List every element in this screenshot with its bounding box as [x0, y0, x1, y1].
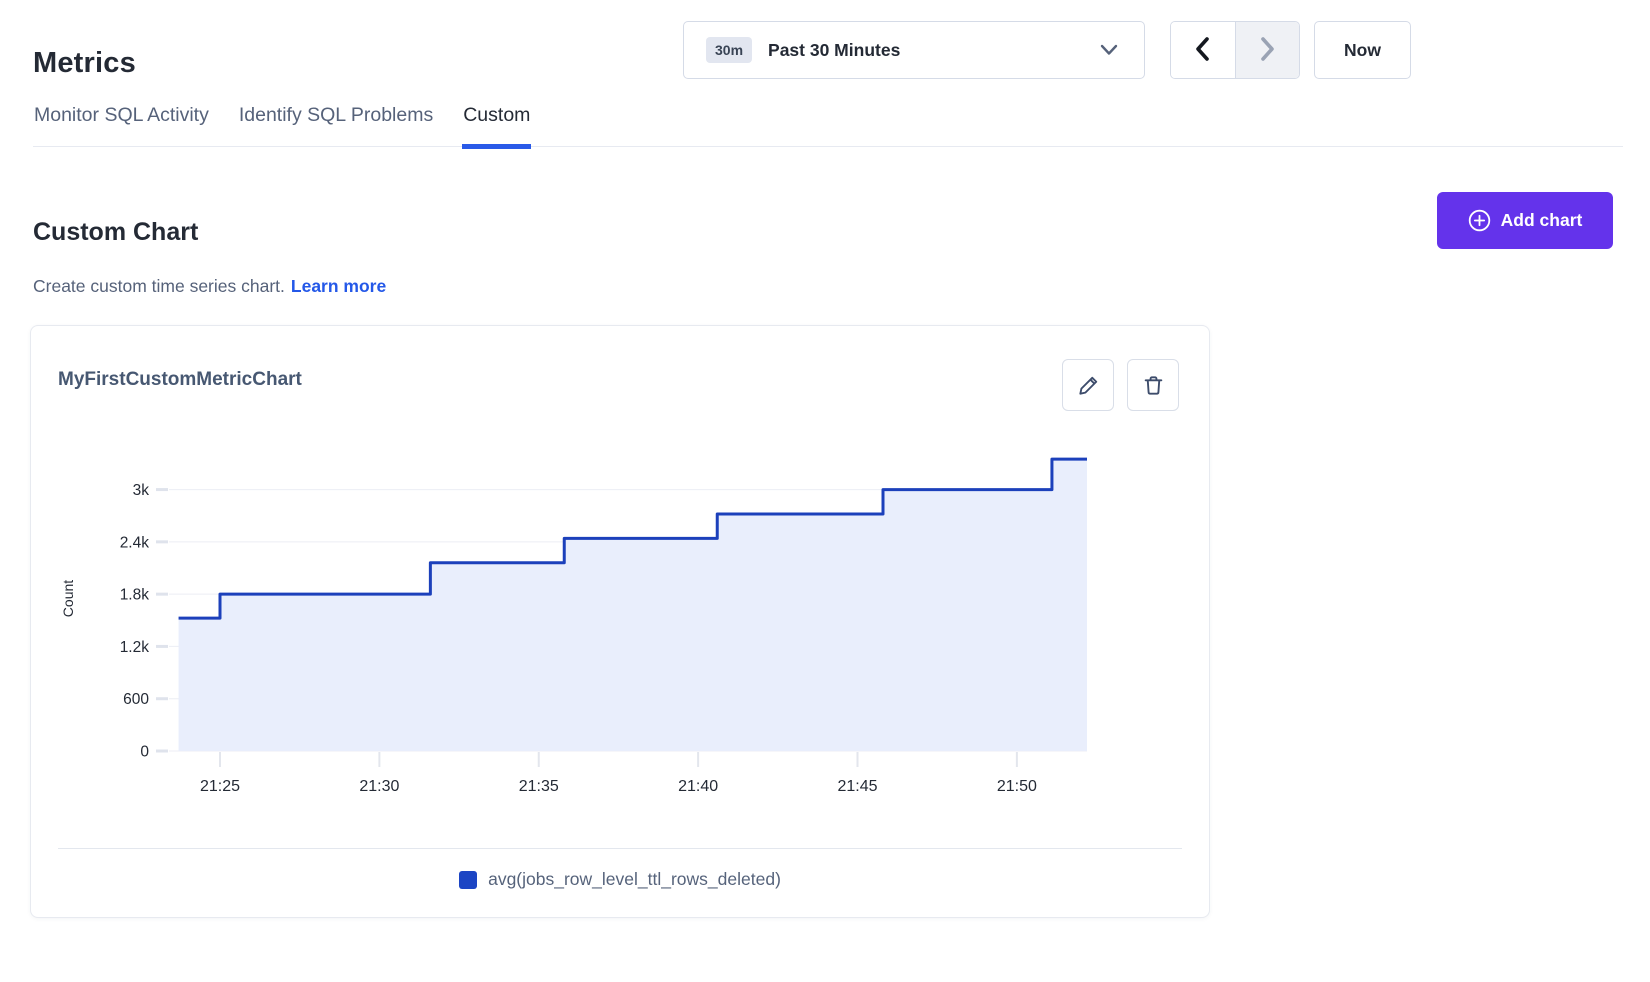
- metrics-tabs: Monitor SQL Activity Identify SQL Proble…: [33, 104, 1623, 147]
- legend-swatch: [459, 871, 477, 889]
- svg-text:Count: Count: [60, 580, 76, 617]
- time-range-dropdown[interactable]: 30m Past 30 Minutes: [683, 21, 1145, 79]
- previous-time-button[interactable]: [1171, 22, 1236, 78]
- chart-actions: [1062, 359, 1179, 411]
- svg-text:21:45: 21:45: [837, 778, 877, 795]
- custom-chart-card: MyFirstCustomMetricChart 0 600 1.2k 1.8k 2.4…: [30, 325, 1210, 918]
- time-range-badge: 30m: [706, 37, 752, 63]
- delete-chart-button[interactable]: [1127, 359, 1179, 411]
- chart-title: MyFirstCustomMetricChart: [58, 359, 302, 391]
- tab-custom[interactable]: Custom: [462, 104, 531, 149]
- time-range-label: Past 30 Minutes: [768, 40, 900, 61]
- svg-text:21:50: 21:50: [997, 778, 1037, 795]
- chevron-right-icon: [1257, 36, 1277, 65]
- chevron-left-icon: [1193, 36, 1213, 65]
- metrics-page: Metrics 30m Past 30 Minutes Now Monitor: [0, 0, 1650, 982]
- svg-text:21:40: 21:40: [678, 778, 718, 795]
- section-heading: Custom Chart: [33, 218, 198, 247]
- svg-text:1.2k: 1.2k: [120, 639, 150, 656]
- legend-divider: [58, 848, 1182, 849]
- tab-monitor-sql-activity[interactable]: Monitor SQL Activity: [33, 104, 210, 149]
- trash-icon: [1142, 374, 1165, 397]
- chart-legend: avg(jobs_row_level_ttl_rows_deleted): [31, 869, 1209, 890]
- add-chart-label: Add chart: [1501, 210, 1583, 231]
- next-time-button[interactable]: [1236, 22, 1300, 78]
- chevron-down-icon: [1100, 44, 1118, 56]
- legend-series-label: avg(jobs_row_level_ttl_rows_deleted): [488, 869, 781, 890]
- svg-text:3k: 3k: [133, 482, 150, 499]
- svg-text:1.8k: 1.8k: [120, 587, 150, 604]
- pencil-icon: [1077, 374, 1100, 397]
- page-title: Metrics: [33, 47, 136, 80]
- subtitle-text: Create custom time series chart.: [33, 276, 285, 296]
- svg-text:21:30: 21:30: [359, 778, 399, 795]
- plus-circle-icon: [1468, 209, 1491, 232]
- section-subtitle: Create custom time series chart. Learn mo…: [33, 276, 386, 297]
- svg-text:600: 600: [123, 691, 149, 708]
- time-step-buttons: [1170, 21, 1300, 79]
- chart-card-header: MyFirstCustomMetricChart: [31, 326, 1209, 411]
- time-controls: 30m Past 30 Minutes Now: [683, 21, 1411, 79]
- custom-chart-plot: 0 600 1.2k 1.8k 2.4k 3k 21:25 21:30 21:35 21:40 21…: [31, 426, 1211, 811]
- edit-chart-button[interactable]: [1062, 359, 1114, 411]
- svg-text:21:35: 21:35: [519, 778, 559, 795]
- learn-more-link[interactable]: Learn more: [291, 276, 386, 296]
- add-chart-button[interactable]: Add chart: [1437, 192, 1613, 249]
- svg-text:0: 0: [140, 744, 149, 761]
- svg-text:2.4k: 2.4k: [120, 534, 150, 551]
- svg-text:21:25: 21:25: [200, 778, 240, 795]
- now-button[interactable]: Now: [1314, 21, 1411, 79]
- tab-identify-sql-problems[interactable]: Identify SQL Problems: [238, 104, 434, 149]
